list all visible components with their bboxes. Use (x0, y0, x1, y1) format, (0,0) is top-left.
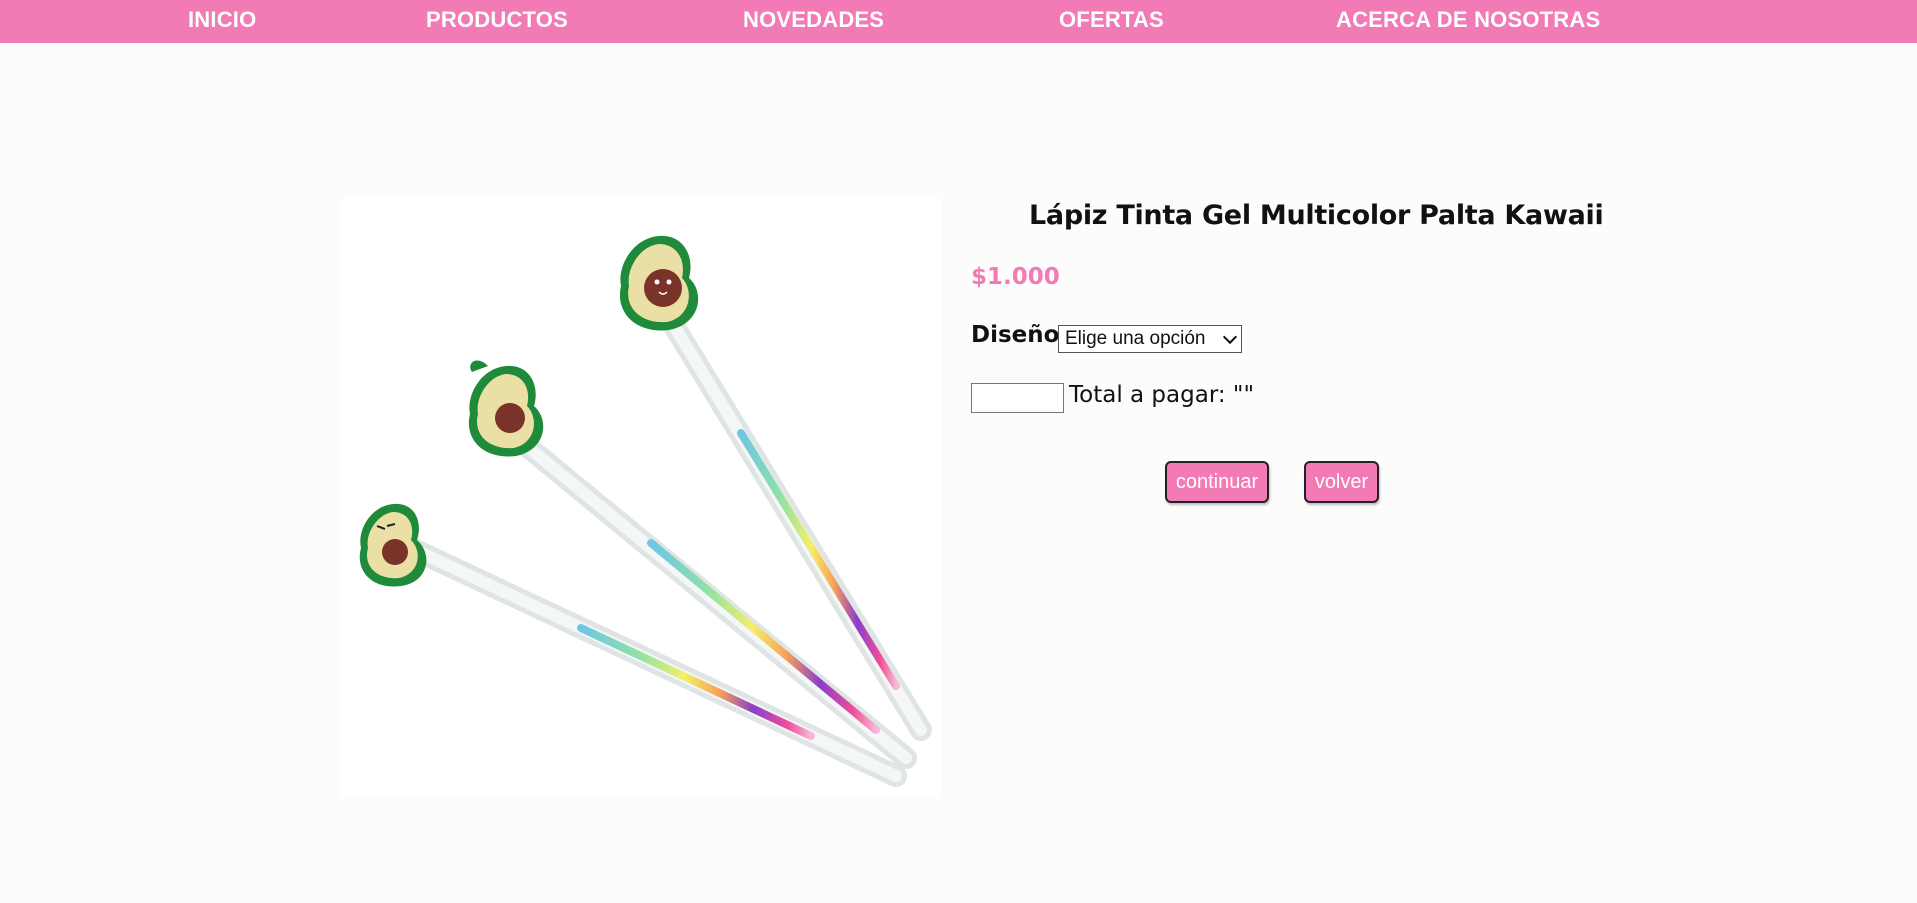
total-to-pay-label: Total a pagar: "" (1069, 382, 1255, 408)
nav-link-inicio[interactable]: INICIO (188, 7, 256, 33)
chevron-down-icon (1222, 329, 1238, 345)
product-title: Lápiz Tinta Gel Multicolor Palta Kawaii (1029, 200, 1604, 231)
pen-2 (468, 360, 917, 769)
quantity-input[interactable] (971, 383, 1064, 413)
avocado-pens-illustration (359, 235, 932, 787)
design-select[interactable]: Elige una opción (1058, 325, 1242, 353)
nav-link-novedades[interactable]: NOVEDADES (743, 7, 884, 33)
design-label: Diseño: (971, 322, 1069, 348)
product-image (341, 198, 942, 798)
continue-button[interactable]: continuar (1165, 461, 1269, 503)
nav-link-ofertas[interactable]: OFERTAS (1059, 7, 1164, 33)
back-button[interactable]: volver (1304, 461, 1379, 503)
nav-link-productos[interactable]: PRODUCTOS (426, 7, 568, 33)
nav-link-acerca-de-nosotras[interactable]: ACERCA DE NOSOTRAS (1336, 7, 1600, 33)
design-select-value: Elige una opción (1065, 328, 1206, 349)
product-price: $1.000 (971, 264, 1060, 290)
top-navigation: INICIO PRODUCTOS NOVEDADES OFERTAS ACERC… (0, 0, 1917, 43)
